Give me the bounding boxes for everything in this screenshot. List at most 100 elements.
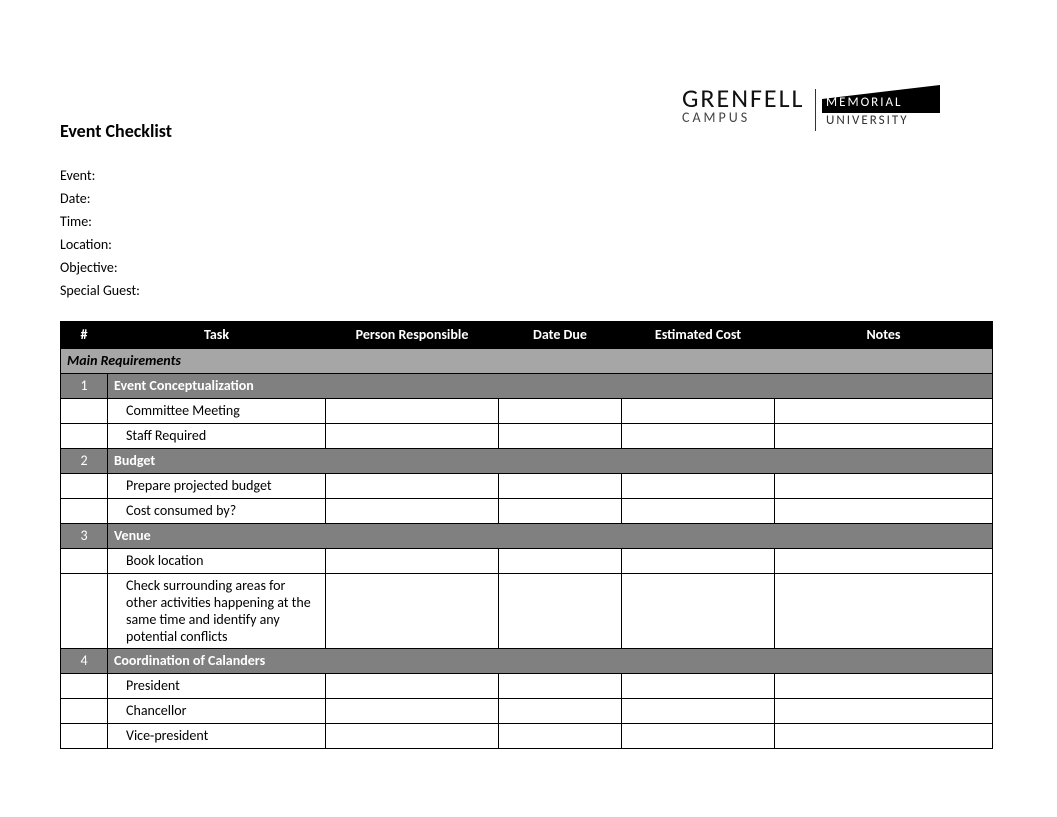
cell-due xyxy=(499,549,622,574)
cell-notes xyxy=(775,724,993,749)
table-row: Committee Meeting xyxy=(61,399,993,424)
cell-person xyxy=(326,549,499,574)
col-cost: Estimated Cost xyxy=(622,322,775,349)
group-title: Budget xyxy=(108,449,993,474)
section-row: Main Requirements xyxy=(61,349,993,374)
cell-due xyxy=(499,399,622,424)
logo-university: UNIVERSITY xyxy=(826,113,909,128)
cell-num xyxy=(61,499,108,524)
meta-guest: Special Guest: xyxy=(60,282,997,299)
group-num: 3 xyxy=(61,524,108,549)
cell-cost xyxy=(622,549,775,574)
cell-task: Check surrounding areas for other activi… xyxy=(108,574,326,649)
cell-due xyxy=(499,699,622,724)
cell-task: Cost consumed by? xyxy=(108,499,326,524)
cell-cost xyxy=(622,574,775,649)
cell-num xyxy=(61,699,108,724)
cell-person xyxy=(326,724,499,749)
cell-cost xyxy=(622,674,775,699)
cell-notes xyxy=(775,499,993,524)
cell-cost xyxy=(622,499,775,524)
cell-num xyxy=(61,424,108,449)
cell-task: Book location xyxy=(108,549,326,574)
section-title: Main Requirements xyxy=(61,349,993,374)
cell-num xyxy=(61,724,108,749)
group-row: 3Venue xyxy=(61,524,993,549)
group-num: 2 xyxy=(61,449,108,474)
cell-task: Prepare projected budget xyxy=(108,474,326,499)
group-row: 4Coordination of Calanders xyxy=(61,649,993,674)
cell-notes xyxy=(775,474,993,499)
table-row: Chancellor xyxy=(61,699,993,724)
cell-person xyxy=(326,499,499,524)
group-title: Event Conceptualization xyxy=(108,374,993,399)
cell-due xyxy=(499,424,622,449)
group-num: 1 xyxy=(61,374,108,399)
meta-location: Location: xyxy=(60,236,997,253)
cell-notes xyxy=(775,424,993,449)
cell-due xyxy=(499,499,622,524)
logo-grenfell: GRENFELL xyxy=(682,85,805,111)
cell-task: President xyxy=(108,674,326,699)
cell-num xyxy=(61,574,108,649)
cell-due xyxy=(499,474,622,499)
cell-due xyxy=(499,574,622,649)
cell-person xyxy=(326,474,499,499)
header-row: # Task Person Responsible Date Due Estim… xyxy=(61,322,993,349)
group-num: 4 xyxy=(61,649,108,674)
logo-memorial: MEMORIAL xyxy=(826,95,903,110)
table-row: Prepare projected budget xyxy=(61,474,993,499)
logo: GRENFELL CAMPUS MEMORIAL UNIVERSITY xyxy=(682,85,942,135)
meta-fields: Event: Date: Time: Location: Objective: … xyxy=(60,167,997,299)
col-notes: Notes xyxy=(775,322,993,349)
cell-person xyxy=(326,424,499,449)
cell-notes xyxy=(775,399,993,424)
cell-cost xyxy=(622,724,775,749)
meta-event: Event: xyxy=(60,167,997,184)
col-due: Date Due xyxy=(499,322,622,349)
logo-right: MEMORIAL UNIVERSITY xyxy=(822,85,942,135)
cell-notes xyxy=(775,549,993,574)
page: GRENFELL CAMPUS MEMORIAL UNIVERSITY Even… xyxy=(0,0,1057,817)
meta-time: Time: xyxy=(60,213,997,230)
col-num: # xyxy=(61,322,108,349)
table-row: Cost consumed by? xyxy=(61,499,993,524)
col-task: Task xyxy=(108,322,326,349)
cell-notes xyxy=(775,674,993,699)
cell-num xyxy=(61,549,108,574)
group-row: 2Budget xyxy=(61,449,993,474)
cell-notes xyxy=(775,574,993,649)
cell-task: Chancellor xyxy=(108,699,326,724)
col-person: Person Responsible xyxy=(326,322,499,349)
group-title: Coordination of Calanders xyxy=(108,649,993,674)
cell-person xyxy=(326,699,499,724)
cell-due xyxy=(499,724,622,749)
cell-cost xyxy=(622,699,775,724)
meta-objective: Objective: xyxy=(60,259,997,276)
logo-left: GRENFELL CAMPUS xyxy=(682,85,805,126)
cell-cost xyxy=(622,474,775,499)
cell-num xyxy=(61,399,108,424)
cell-cost xyxy=(622,424,775,449)
cell-task: Committee Meeting xyxy=(108,399,326,424)
cell-person xyxy=(326,674,499,699)
cell-num xyxy=(61,674,108,699)
cell-due xyxy=(499,674,622,699)
cell-num xyxy=(61,474,108,499)
table-row: Check surrounding areas for other activi… xyxy=(61,574,993,649)
cell-person xyxy=(326,399,499,424)
cell-cost xyxy=(622,399,775,424)
logo-divider xyxy=(815,89,817,131)
cell-notes xyxy=(775,699,993,724)
table-row: President xyxy=(61,674,993,699)
table-row: Staff Required xyxy=(61,424,993,449)
checklist-table: # Task Person Responsible Date Due Estim… xyxy=(60,321,993,749)
group-row: 1Event Conceptualization xyxy=(61,374,993,399)
cell-task: Staff Required xyxy=(108,424,326,449)
table-body: Main Requirements 1Event Conceptualizati… xyxy=(61,349,993,749)
group-title: Venue xyxy=(108,524,993,549)
cell-person xyxy=(326,574,499,649)
table-row: Book location xyxy=(61,549,993,574)
meta-date: Date: xyxy=(60,190,997,207)
cell-task: Vice-president xyxy=(108,724,326,749)
